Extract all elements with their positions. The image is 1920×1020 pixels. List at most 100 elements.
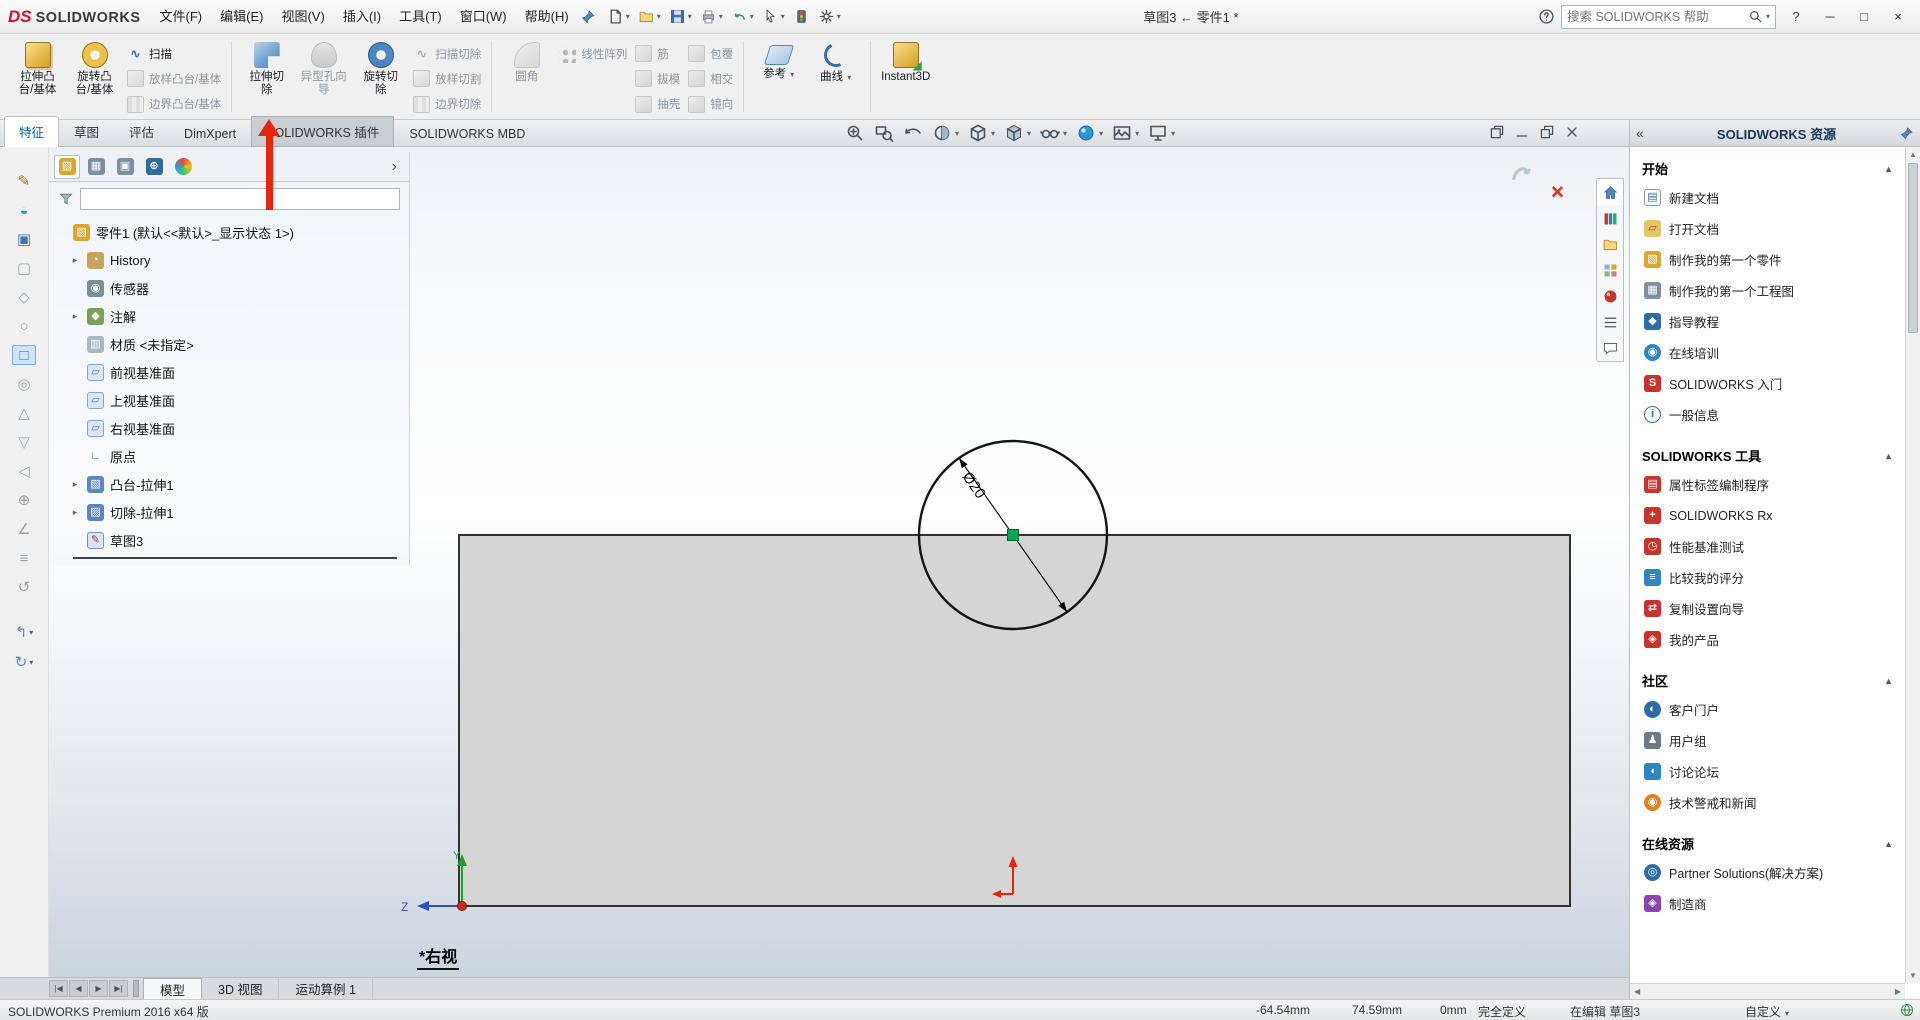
dropdown-caret-icon[interactable]: ▾ xyxy=(626,12,630,21)
new-document-item[interactable]: ▤新建文档 xyxy=(1640,182,1895,213)
partner-solutions-item[interactable]: ◎Partner Solutions(解决方案) xyxy=(1640,857,1895,888)
tree-item[interactable]: ▸◔History xyxy=(55,246,409,274)
discussion-forum-item[interactable]: ◖讨论论坛 xyxy=(1640,756,1895,787)
first-drawing-item[interactable]: ▦制作我的第一个工程图 xyxy=(1640,275,1895,306)
left-tool-14[interactable]: ≡ xyxy=(12,548,36,568)
manufacturers-item[interactable]: ◈制造商 xyxy=(1640,888,1895,919)
globe-icon[interactable] xyxy=(1899,1002,1915,1018)
previous-view-button[interactable] xyxy=(901,122,925,144)
new-document-button[interactable]: ▾ xyxy=(604,6,633,27)
help-circle-icon[interactable] xyxy=(1538,8,1555,25)
undo-button[interactable]: ▾ xyxy=(728,6,757,27)
property-tab-builder-item[interactable]: ▤属性标签编制程序 xyxy=(1640,469,1895,500)
ribbon-tab-1[interactable]: 草图 xyxy=(59,116,114,147)
expand-panel-icon[interactable]: › xyxy=(385,158,404,176)
minimize-button[interactable]: ─ xyxy=(1816,9,1844,24)
search-input[interactable] xyxy=(1567,10,1745,24)
dropdown-caret-icon[interactable]: ▾ xyxy=(750,12,754,21)
swept-boss-button[interactable]: 扫描 xyxy=(123,43,225,64)
customer-portal-item[interactable]: ◐客户门户 xyxy=(1640,694,1895,725)
view-settings-button[interactable]: ▾ xyxy=(1146,122,1177,144)
edit-appearance-button[interactable]: ▾ xyxy=(1074,122,1105,144)
configurationmanager-tab[interactable]: ▣ xyxy=(112,155,138,179)
left-tool-12[interactable]: ⊕ xyxy=(12,490,36,510)
restore-document-button[interactable] xyxy=(1539,124,1555,143)
dropdown-caret-icon[interactable]: ▾ xyxy=(1135,129,1139,138)
help-button[interactable]: ? xyxy=(1782,9,1810,24)
units-selector[interactable]: 自定义 xyxy=(1745,1003,1789,1020)
left-tool-4[interactable]: ▢ xyxy=(12,258,36,278)
select-button[interactable]: ▾ xyxy=(759,6,788,27)
reference-geometry-button[interactable]: 参考 ▾ xyxy=(750,38,807,115)
tree-item[interactable]: ∟原点 xyxy=(55,442,409,470)
scroll-right-icon[interactable]: ▶ xyxy=(1895,987,1901,996)
close-document-button[interactable] xyxy=(1564,124,1580,143)
tree-item[interactable]: ▧零件1 (默认<<默认>_显示状态 1>) xyxy=(55,218,409,246)
print-button[interactable]: ▾ xyxy=(697,6,726,27)
sheet-nav-2[interactable]: ▶ xyxy=(89,980,108,997)
left-flyout-2[interactable]: ↻▾ xyxy=(12,652,36,672)
view-palette-tab[interactable] xyxy=(1597,257,1623,283)
open-document-button[interactable]: ▾ xyxy=(635,6,664,27)
part-body[interactable] xyxy=(459,535,1570,906)
propertymanager-tab[interactable]: ▦ xyxy=(83,155,109,179)
scroll-up-icon[interactable]: ▲ xyxy=(1906,150,1920,159)
left-tool-11[interactable]: ◁ xyxy=(12,461,36,481)
menu-item-1[interactable]: 编辑(E) xyxy=(211,4,272,30)
save-button[interactable]: ▾ xyxy=(666,6,695,27)
left-tool-9[interactable]: △ xyxy=(12,403,36,423)
collapse-section-icon[interactable]: ▲ xyxy=(1884,164,1893,174)
user-groups-item[interactable]: ♟用户组 xyxy=(1640,725,1895,756)
close-button[interactable]: × xyxy=(1884,9,1912,24)
section-view-button[interactable]: ▾ xyxy=(930,122,961,144)
left-tool-1[interactable]: ✎ xyxy=(12,171,36,191)
file-explorer-tab[interactable] xyxy=(1597,231,1623,257)
hide-show-items-button[interactable]: ▾ xyxy=(1038,122,1069,144)
tech-alerts-news-item[interactable]: ◉技术警戒和新闻 xyxy=(1640,787,1895,818)
dropdown-caret-icon[interactable]: ▾ xyxy=(845,73,851,82)
section-header-0[interactable]: 开始▲ xyxy=(1640,155,1895,182)
dropdown-caret-icon[interactable]: ▾ xyxy=(688,12,692,21)
tree-item[interactable]: ▸▨切除-拉伸1 xyxy=(55,498,409,526)
online-training-item[interactable]: ◉在线培训 xyxy=(1640,337,1895,368)
search-icon[interactable] xyxy=(1748,9,1763,24)
dropdown-caret-icon[interactable]: ▾ xyxy=(955,129,959,138)
apply-scene-button[interactable]: ▾ xyxy=(1110,122,1141,144)
compare-score-item[interactable]: ≡比较我的评分 xyxy=(1640,562,1895,593)
ribbon-tab-2[interactable]: 评估 xyxy=(114,116,169,147)
tree-item[interactable]: ▥材质 <未指定> xyxy=(55,330,409,358)
collapse-panel-icon[interactable]: « xyxy=(1636,125,1654,141)
menu-item-6[interactable]: 帮助(H) xyxy=(516,4,578,30)
menu-item-3[interactable]: 插入(I) xyxy=(334,4,390,30)
tree-item[interactable]: ▸◆注解 xyxy=(55,302,409,330)
copy-settings-wizard-item[interactable]: ⇄复制设置向导 xyxy=(1640,593,1895,624)
performance-benchmark-item[interactable]: ◷性能基准测试 xyxy=(1640,531,1895,562)
menu-item-4[interactable]: 工具(T) xyxy=(390,4,451,30)
dropdown-caret-icon[interactable]: ▾ xyxy=(1099,129,1103,138)
display-style-button[interactable]: ▾ xyxy=(1002,122,1033,144)
feature-tree-filter-input[interactable] xyxy=(80,188,400,210)
task-pane-hscrollbar[interactable]: ◀ ▶ xyxy=(1630,983,1905,999)
left-tool-10[interactable]: ▽ xyxy=(12,432,36,452)
new-window-button[interactable] xyxy=(1489,124,1505,143)
solidworks-rx-item[interactable]: +SOLIDWORKS Rx xyxy=(1640,500,1895,531)
left-tool-5[interactable]: ◇ xyxy=(12,287,36,307)
dropdown-caret-icon[interactable]: ▾ xyxy=(1027,129,1031,138)
tree-item[interactable]: ▱前视基准面 xyxy=(55,358,409,386)
menu-item-2[interactable]: 视图(V) xyxy=(272,4,333,30)
dropdown-caret-icon[interactable]: ▾ xyxy=(1171,129,1175,138)
solidworks-intro-item[interactable]: SSOLIDWORKS 入门 xyxy=(1640,368,1895,399)
rebuild-button[interactable] xyxy=(790,6,813,27)
dropdown-caret-icon[interactable]: ▾ xyxy=(1063,129,1067,138)
appearances-scenes-tab[interactable] xyxy=(1597,283,1623,309)
ribbon-tab-0[interactable]: 特征 xyxy=(4,116,59,147)
curves-button[interactable]: 曲线 ▾ xyxy=(807,38,864,115)
left-tool-13[interactable]: ∠ xyxy=(12,519,36,539)
pin-menu-icon[interactable] xyxy=(580,9,596,25)
collapse-section-icon[interactable]: ▲ xyxy=(1884,676,1893,686)
extruded-boss-base-button[interactable]: 拉伸凸 台/基体 xyxy=(9,38,66,115)
my-products-item[interactable]: ◈我的产品 xyxy=(1640,624,1895,655)
model-tab-1[interactable]: 3D 视图 xyxy=(202,978,279,999)
left-tool-3[interactable]: ▣ xyxy=(12,229,36,249)
extruded-cut-button[interactable]: 拉伸切 除 xyxy=(238,38,295,115)
